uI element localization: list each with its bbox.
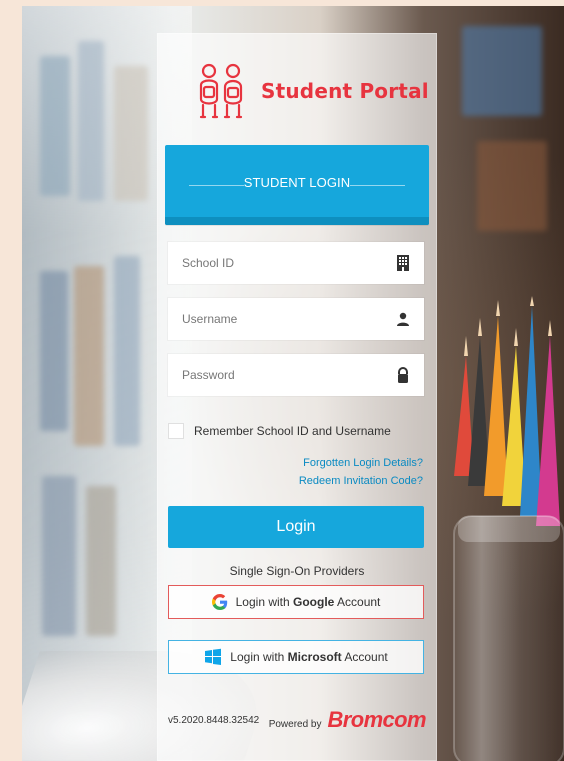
blurred-books — [114, 66, 148, 201]
sso-title: Single Sign-On Providers — [229, 564, 365, 578]
google-login-text: Login with Google Account — [236, 595, 381, 609]
blurred-books — [40, 56, 70, 196]
remember-label[interactable]: Remember School ID and Username — [194, 424, 391, 438]
username-input[interactable] — [180, 311, 384, 327]
google-icon — [211, 594, 228, 610]
school-id-input[interactable] — [180, 255, 384, 271]
blurred-books — [40, 271, 68, 431]
password-input[interactable] — [180, 367, 384, 383]
school-id-field[interactable] — [168, 242, 424, 284]
redeem-invitation-link[interactable]: Redeem Invitation Code? — [299, 475, 423, 487]
version-text: v5.2020.8448.32542 — [168, 714, 260, 726]
blurred-books — [477, 141, 547, 231]
blurred-books — [462, 26, 542, 116]
header-divider-right — [350, 185, 405, 186]
microsoft-login-button[interactable]: Login with Microsoft Account — [168, 640, 424, 674]
powered-by-label: Powered by — [268, 719, 322, 730]
google-provider-name: Google — [293, 595, 335, 609]
login-button[interactable]: Login — [168, 506, 424, 548]
user-icon — [394, 310, 412, 328]
blurred-books — [42, 476, 76, 636]
microsoft-login-suffix: Account — [341, 650, 388, 664]
footer: v5.2020.8448.32542 Powered by Bromcom — [168, 707, 427, 732]
blurred-books — [78, 41, 104, 201]
blurred-books — [86, 486, 116, 636]
pencils-in-jar — [453, 296, 564, 761]
password-field[interactable] — [168, 354, 424, 396]
windows-icon — [204, 648, 222, 666]
remember-checkbox[interactable] — [168, 423, 184, 439]
google-login-suffix: Account — [334, 595, 381, 609]
blurred-books — [74, 266, 104, 446]
forgotten-login-link[interactable]: Forgotten Login Details? — [303, 457, 423, 469]
microsoft-provider-name: Microsoft — [287, 650, 342, 664]
powered-by: Powered by Bromcom — [268, 707, 427, 732]
student-login-header: STUDENT LOGIN — [165, 145, 429, 225]
google-login-button[interactable]: Login with Google Account — [168, 585, 424, 619]
login-panel: Student Portal STUDENT LOGIN School ID U… — [157, 33, 437, 761]
students-icon — [199, 63, 243, 119]
header-title: STUDENT LOGIN — [243, 175, 351, 190]
building-icon — [394, 254, 412, 272]
portal-title: Student Portal — [261, 79, 429, 103]
blurred-books — [114, 256, 140, 446]
username-field[interactable] — [168, 298, 424, 340]
microsoft-login-text: Login with Microsoft Account — [230, 650, 387, 664]
google-login-prefix: Login with — [235, 595, 293, 609]
microsoft-login-prefix: Login with — [230, 650, 288, 664]
lock-icon — [394, 366, 412, 384]
bromcom-logo: Bromcom — [327, 707, 427, 732]
brand-header: Student Portal — [191, 59, 429, 123]
remember-me[interactable]: Remember School ID and Username — [168, 423, 391, 439]
